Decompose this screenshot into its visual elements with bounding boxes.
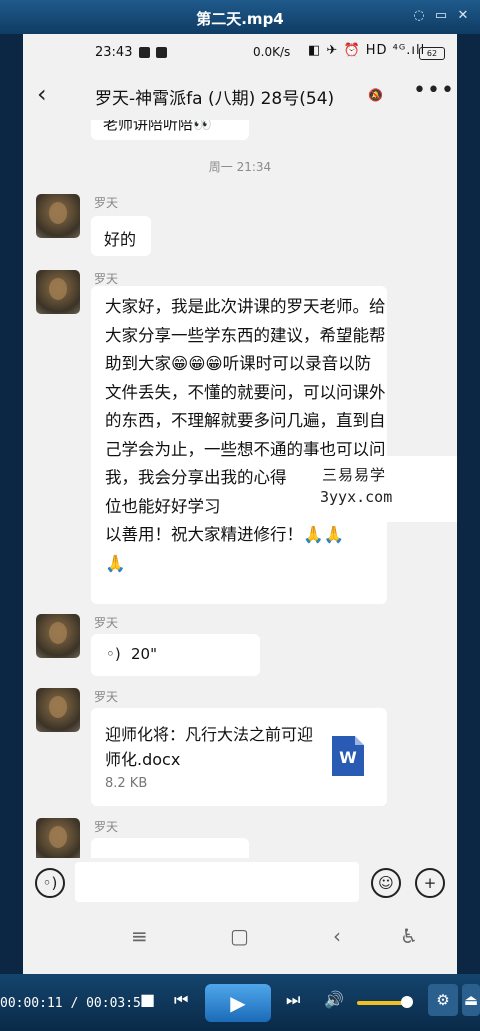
message-bubble[interactable]: 老师讲陪听陪👀 (91, 120, 249, 140)
voice-wave-icon: ◦) (106, 645, 121, 663)
watermark-line2: 3yyx.com (320, 488, 393, 506)
player-title-bar: 第二天.mp4 ◌ ▭ ✕ (0, 0, 480, 34)
sender-name: 罗天 (94, 616, 119, 630)
sender-name: 罗天 (94, 820, 119, 834)
notification-icon (156, 47, 167, 58)
status-time: 23:43 (95, 45, 133, 60)
eject-icon[interactable]: ⏏ (462, 984, 480, 1016)
watermark: 三易易学 3yyx.com (292, 456, 457, 522)
mute-icon: 🔕 (368, 88, 383, 102)
next-icon[interactable]: ⏭ (286, 990, 300, 1010)
voice-duration: 20" (131, 645, 157, 663)
sender-name: 罗天 (94, 196, 119, 210)
stop-icon[interactable]: ■ (140, 990, 155, 1009)
home-icon[interactable]: ▢ (230, 924, 249, 948)
menu-icon[interactable]: ≡ (131, 924, 148, 948)
voice-message[interactable]: ◦) 20" (91, 634, 260, 676)
word-file-icon: W (332, 736, 364, 776)
watermark-line1: 三易易学 (322, 466, 387, 484)
file-name: 迎师化将：凡行大法之前可迎师化.docx (105, 725, 314, 769)
window-icon[interactable]: ▭ (432, 7, 450, 25)
message-bubble[interactable]: 大家好，我是此次讲课的罗天老师。给大家分享一些学东西的建议，希望能帮助到大家😁😁… (91, 286, 387, 604)
avatar[interactable] (36, 194, 80, 238)
message-bubble[interactable]: 好的 (91, 216, 151, 256)
battery-icon: 62 (419, 47, 445, 60)
settings-icon[interactable]: ⚙ (428, 984, 458, 1016)
emoji-icon[interactable]: ☺ (371, 868, 401, 898)
previous-icon[interactable]: ⏮ (174, 990, 188, 1010)
back-icon[interactable]: ‹ (37, 80, 47, 108)
avatar[interactable] (36, 270, 80, 314)
player-controls: 00:00:11 / 00:03:52 ■ ⏮ ▶ ⏭ 🔊 ⚙ ⏏ (0, 974, 480, 1031)
file-size: 8.2 KB (105, 776, 148, 791)
volume-slider[interactable] (357, 996, 413, 1008)
more-icon[interactable]: ••• (413, 78, 455, 103)
playback-time: 00:00:11 / 00:03:52 (0, 996, 149, 1011)
plus-icon[interactable]: + (415, 868, 445, 898)
avatar[interactable] (36, 818, 80, 858)
message-text: 大家好，我是此次讲课的罗天老师。给大家分享一些学东西的建议，希望能帮助到大家😁😁… (105, 297, 386, 573)
chat-header: ‹ 罗天-神霄派fa (八期) 28号(54) 🔕 ••• (23, 72, 457, 120)
voice-icon[interactable]: ◦) (35, 868, 65, 898)
player-side-left (0, 34, 23, 974)
avatar[interactable] (36, 688, 80, 732)
video-title: 第二天.mp4 (196, 10, 284, 28)
message-bubble[interactable] (91, 838, 249, 858)
message-input[interactable] (75, 862, 359, 902)
input-bar: ◦) ☺ + (23, 858, 457, 908)
system-nav-bar: ≡ ▢ ‹ ♿ (23, 908, 457, 974)
close-icon[interactable]: ✕ (454, 7, 472, 25)
chat-title: 罗天-神霄派fa (八期) 28号(54) (95, 89, 335, 109)
avatar[interactable] (36, 614, 80, 658)
message-text: 老师讲陪听陪👀 (103, 120, 212, 133)
play-button[interactable]: ▶ (205, 984, 271, 1022)
sender-name: 罗天 (94, 272, 119, 286)
message-text: 好的 (104, 230, 137, 249)
volume-knob[interactable] (401, 996, 413, 1008)
accessibility-icon[interactable]: ♿ (400, 924, 418, 948)
player-side-right (457, 34, 480, 974)
status-bar: 23:43 0.0K/s ◧ ✈ ⏰ HD ⁴ᴳ.ıll 62 (23, 34, 457, 72)
file-message[interactable]: 迎师化将：凡行大法之前可迎师化.docx 8.2 KB W (91, 708, 387, 806)
back-nav-icon[interactable]: ‹ (333, 924, 341, 948)
volume-icon[interactable]: 🔊 (324, 990, 344, 1009)
status-icons: ◧ ✈ ⏰ HD ⁴ᴳ.ıll (308, 43, 426, 58)
message-timestamp: 周一 21:34 (208, 160, 272, 174)
notification-icon (139, 47, 150, 58)
sender-name: 罗天 (94, 690, 119, 704)
minimize-icon[interactable]: ◌ (410, 7, 428, 25)
net-speed: 0.0K/s (253, 45, 291, 59)
